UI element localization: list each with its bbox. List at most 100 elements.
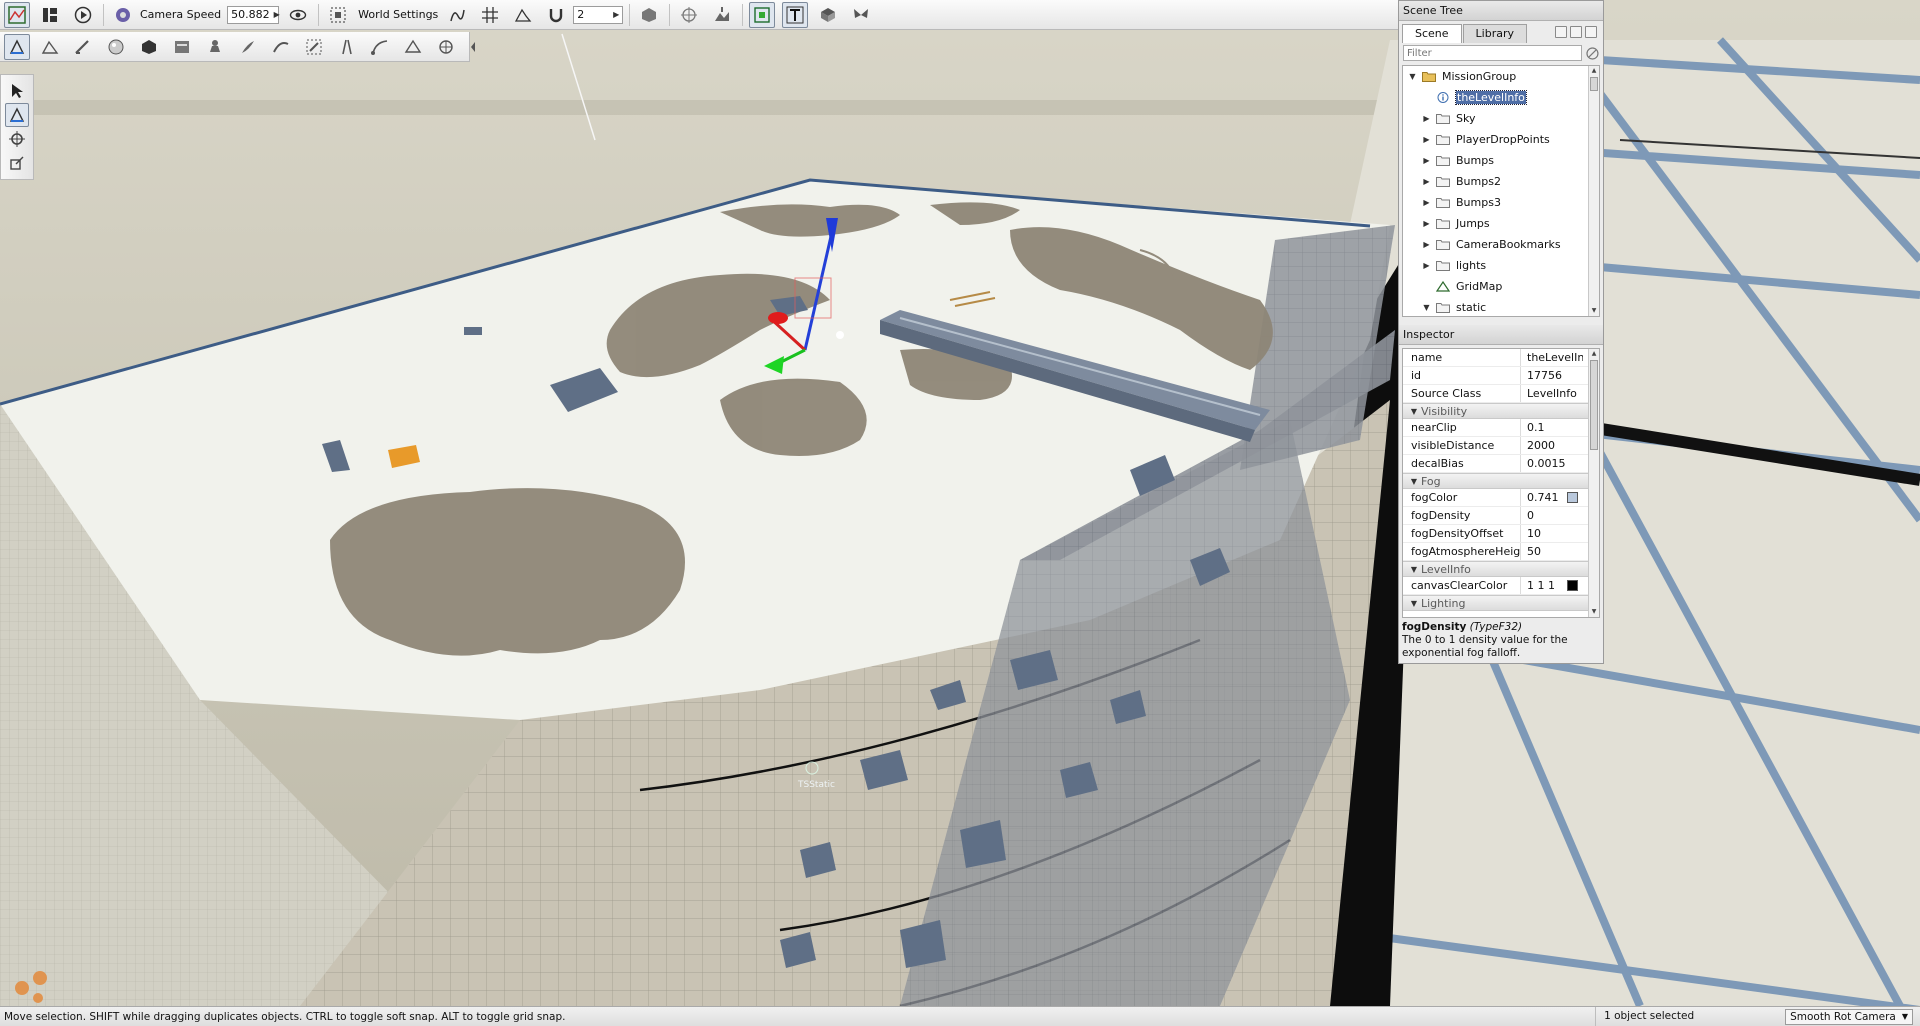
terrain-editor-icon[interactable] <box>37 34 63 60</box>
collapsed-arrow-icon[interactable]: ▶ <box>1421 177 1432 186</box>
grid-snap-icon[interactable] <box>477 2 503 28</box>
tree-item[interactable]: ▶ PlayerDropPoints <box>1403 129 1599 150</box>
3d-viewport[interactable]: TSStatic <box>0 0 1920 1006</box>
color-swatch[interactable] <box>1567 492 1578 503</box>
sketch-tool-icon[interactable] <box>136 34 162 60</box>
inspector-field[interactable]: visibleDistance 2000 <box>1403 437 1599 455</box>
collapsed-arrow-icon[interactable]: ▶ <box>1421 135 1432 144</box>
inspector-group-header[interactable]: ▼ LevelInfo <box>1403 561 1599 577</box>
collapsed-arrow-icon[interactable]: ▶ <box>1421 114 1432 123</box>
snap-curve-icon[interactable] <box>444 2 470 28</box>
tree-item[interactable]: ▶ Bumps3 <box>1403 192 1599 213</box>
text-labels-icon[interactable] <box>782 1 809 28</box>
inspector-scrollbar[interactable]: ▲ ▼ <box>1588 349 1599 617</box>
datablock-editor-icon[interactable] <box>169 34 195 60</box>
terrain-painter-icon[interactable] <box>70 34 96 60</box>
fit-selection-icon[interactable] <box>325 2 351 28</box>
scene-tree[interactable]: ▼ MissionGroup theLevelInfo ▶ Sky ▶ PlayerDrop… <box>1402 65 1600 317</box>
navmesh-editor-icon[interactable] <box>400 34 426 60</box>
scroll-down-icon[interactable]: ▼ <box>1589 607 1599 617</box>
delete-icon[interactable] <box>1585 26 1597 38</box>
expanded-arrow-icon[interactable]: ▼ <box>1407 407 1421 416</box>
tree-item[interactable]: ▶ Bumps2 <box>1403 171 1599 192</box>
field-value[interactable]: 2000 <box>1521 437 1583 455</box>
particle-editor-icon[interactable] <box>433 34 459 60</box>
scale-gizmo-icon[interactable] <box>5 151 29 175</box>
expanded-arrow-icon[interactable]: ▼ <box>1407 72 1418 81</box>
collapsed-arrow-icon[interactable]: ▶ <box>1421 156 1432 165</box>
rotate-gizmo-icon[interactable] <box>5 127 29 151</box>
field-value[interactable]: theLevelInfo <box>1521 349 1583 367</box>
scroll-down-icon[interactable]: ▼ <box>1589 306 1599 316</box>
selection-bounds-icon[interactable] <box>749 1 776 28</box>
tree-item[interactable]: theLevelInfo <box>1403 87 1599 108</box>
field-value[interactable]: 17756 <box>1521 367 1583 385</box>
field-value[interactable]: LevelInfo <box>1521 385 1583 403</box>
field-value[interactable]: 10 <box>1521 525 1583 543</box>
field-value[interactable]: 0.1 <box>1521 419 1583 437</box>
select-arrow-icon[interactable] <box>5 79 29 103</box>
field-value[interactable]: 1 1 1 <box>1521 577 1565 595</box>
tree-item[interactable]: ▼ static <box>1403 297 1599 316</box>
tree-item[interactable]: ▶ lights <box>1403 255 1599 276</box>
color-swatch[interactable] <box>1567 580 1578 591</box>
terrain-snap-icon[interactable] <box>510 2 536 28</box>
tree-item[interactable]: ▶ CameraBookmarks <box>1403 234 1599 255</box>
inspector-field[interactable]: fogAtmosphereHeight 50 <box>1403 543 1599 561</box>
inspector-field[interactable]: fogDensityOffset 10 <box>1403 525 1599 543</box>
gui-editor-icon[interactable] <box>37 2 63 28</box>
object-editor-icon[interactable] <box>4 33 30 60</box>
tab-scene[interactable]: Scene <box>1402 24 1462 43</box>
inspector-field[interactable]: fogDensity 0 <box>1403 507 1599 525</box>
tree-scrollbar[interactable]: ▲ ▼ <box>1588 66 1599 316</box>
world-editor-icon[interactable] <box>4 1 30 28</box>
inspector-field[interactable]: nametheLevelInfo <box>1403 349 1599 367</box>
tree-scroll-thumb[interactable] <box>1590 77 1598 91</box>
prefab-icon[interactable] <box>815 2 841 28</box>
clear-filter-icon[interactable] <box>1586 46 1599 60</box>
expanded-arrow-icon[interactable]: ▼ <box>1407 477 1421 486</box>
inspector-scroll-thumb[interactable] <box>1590 360 1598 450</box>
field-value[interactable]: 50 <box>1521 543 1583 561</box>
field-value[interactable]: 0.0015 <box>1521 455 1583 473</box>
tree-item[interactable]: ▼ MissionGroup <box>1403 66 1599 87</box>
camera-speed-field[interactable]: 50.882 ▶ <box>227 5 280 24</box>
forest-editor-icon[interactable] <box>235 34 261 60</box>
path-editor-icon[interactable] <box>367 34 393 60</box>
inspector-group-header[interactable]: ▼ Fog <box>1403 473 1599 489</box>
move-gizmo-icon[interactable] <box>5 103 29 127</box>
inspector-field[interactable]: canvasClearColor 1 1 1 <box>1403 577 1599 595</box>
snap-size-arrow-icon[interactable]: ▶ <box>613 10 619 19</box>
inspector-field[interactable]: nearClip 0.1 <box>1403 419 1599 437</box>
collapsed-arrow-icon[interactable]: ▶ <box>1421 261 1432 270</box>
filter-input[interactable] <box>1403 45 1583 61</box>
tree-item[interactable]: GridMap <box>1403 276 1599 297</box>
expanded-arrow-icon[interactable]: ▼ <box>1407 599 1421 608</box>
field-value[interactable]: 0.741 <box>1521 489 1565 507</box>
collapsed-arrow-icon[interactable]: ▶ <box>1421 219 1432 228</box>
tab-library[interactable]: Library <box>1462 24 1528 43</box>
inspector-field[interactable]: decalBias 0.0015 <box>1403 455 1599 473</box>
lock-icon[interactable] <box>1555 26 1567 38</box>
inspector-field[interactable]: id 17756 <box>1403 367 1599 385</box>
expanded-arrow-icon[interactable]: ▼ <box>1421 303 1432 312</box>
center-pivot-icon[interactable] <box>676 2 702 28</box>
magnet-snap-icon[interactable] <box>543 2 569 28</box>
tree-item[interactable]: ▶ Bumps <box>1403 150 1599 171</box>
inspector-group-header[interactable]: ▼ Visibility <box>1403 403 1599 419</box>
scroll-up-icon[interactable]: ▲ <box>1589 66 1599 76</box>
collapsed-arrow-icon[interactable]: ▶ <box>1421 240 1432 249</box>
material-editor-icon[interactable] <box>103 34 129 60</box>
decal-editor-icon[interactable] <box>202 34 228 60</box>
add-group-icon[interactable] <box>1570 26 1582 38</box>
scroll-up-icon[interactable]: ▲ <box>1589 349 1599 359</box>
object-box-icon[interactable] <box>636 2 662 28</box>
collapsed-arrow-icon[interactable]: ▶ <box>1421 198 1432 207</box>
camera-mode-dropdown[interactable]: Smooth Rot Camera ▼ <box>1785 1008 1913 1025</box>
expanded-arrow-icon[interactable]: ▼ <box>1407 565 1421 574</box>
tree-item[interactable]: ▶ Sky <box>1403 108 1599 129</box>
snap-size-field[interactable]: 2 ▶ <box>573 5 624 24</box>
camera-speed-arrow-icon[interactable]: ▶ <box>274 10 280 19</box>
mesh-road-editor-icon[interactable] <box>301 34 327 60</box>
tree-item[interactable]: ▶ Jumps <box>1403 213 1599 234</box>
